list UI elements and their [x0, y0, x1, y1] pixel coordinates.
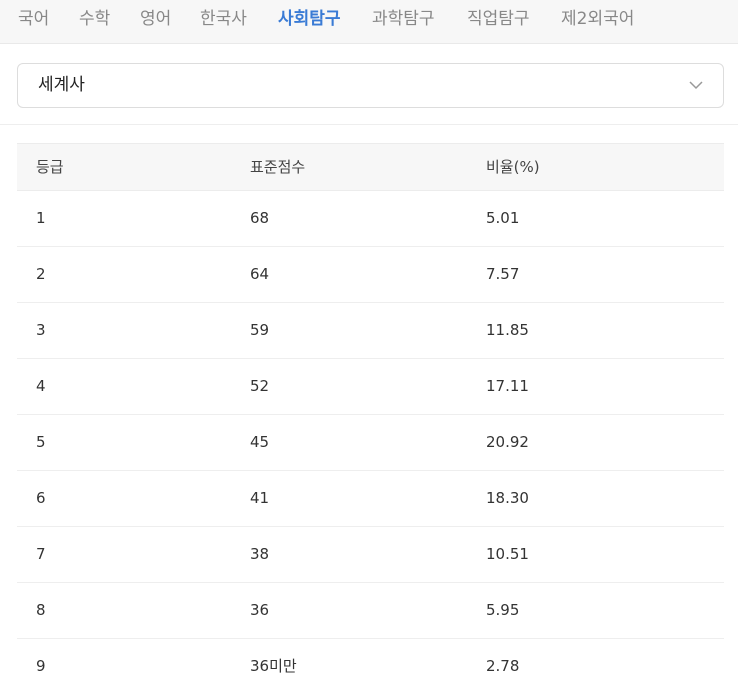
score-cell: 68	[250, 209, 270, 227]
score-cell: 36	[250, 601, 270, 619]
table-row: 3 59 11.85	[17, 303, 724, 359]
subject-select-area: 세계사	[0, 44, 738, 125]
grade-cell: 2	[36, 265, 46, 283]
tab-second-foreign-language[interactable]: 제2외국어	[561, 6, 634, 32]
ratio-cell: 17.11	[486, 377, 529, 395]
grade-cell: 9	[36, 657, 46, 675]
page: 국어 수학 영어 한국사 사회탐구 과학탐구 직업탐구 제2외국어 세계사 등급…	[0, 0, 738, 682]
grade-cell: 6	[36, 489, 46, 507]
tab-science[interactable]: 과학탐구	[372, 6, 435, 32]
table-row: 2 64 7.57	[17, 247, 724, 303]
ratio-cell: 18.30	[486, 489, 529, 507]
header-standard-score: 표준점수	[250, 158, 306, 176]
grade-cell: 4	[36, 377, 46, 395]
tab-korean[interactable]: 국어	[18, 6, 49, 32]
tab-vocational[interactable]: 직업탐구	[467, 6, 530, 32]
score-cell: 45	[250, 433, 270, 451]
subject-select-value: 세계사	[38, 75, 85, 95]
subject-tab-bar: 국어 수학 영어 한국사 사회탐구 과학탐구 직업탐구 제2외국어	[0, 0, 738, 44]
table-row: 5 45 20.92	[17, 415, 724, 471]
grade-cell: 1	[36, 209, 46, 227]
header-ratio: 비율(%)	[486, 158, 540, 176]
grade-table: 등급 표준점수 비율(%) 1 68 5.01 2 64 7.57 3 59 1…	[17, 143, 724, 682]
grade-cell: 7	[36, 545, 46, 563]
tab-social-studies[interactable]: 사회탐구	[278, 6, 341, 32]
table-row: 9 36미만 2.78	[17, 639, 724, 682]
grade-cell: 5	[36, 433, 46, 451]
ratio-cell: 7.57	[486, 265, 520, 283]
table-row: 7 38 10.51	[17, 527, 724, 583]
table-row: 1 68 5.01	[17, 191, 724, 247]
score-cell: 64	[250, 265, 270, 283]
subject-select[interactable]: 세계사	[17, 63, 724, 108]
score-cell: 41	[250, 489, 270, 507]
ratio-cell: 2.78	[486, 657, 520, 675]
ratio-cell: 20.92	[486, 433, 529, 451]
score-cell: 59	[250, 321, 270, 339]
score-cell: 36미만	[250, 657, 297, 675]
tab-english[interactable]: 영어	[140, 6, 171, 32]
header-grade: 등급	[36, 158, 64, 176]
score-cell: 52	[250, 377, 270, 395]
tab-korean-history[interactable]: 한국사	[200, 6, 247, 32]
ratio-cell: 5.01	[486, 209, 520, 227]
table-row: 6 41 18.30	[17, 471, 724, 527]
grade-cell: 3	[36, 321, 46, 339]
table-row: 4 52 17.11	[17, 359, 724, 415]
table-header: 등급 표준점수 비율(%)	[17, 143, 724, 191]
ratio-cell: 5.95	[486, 601, 520, 619]
tab-math[interactable]: 수학	[79, 6, 110, 32]
score-cell: 38	[250, 545, 270, 563]
grade-cell: 8	[36, 601, 46, 619]
ratio-cell: 10.51	[486, 545, 529, 563]
ratio-cell: 11.85	[486, 321, 529, 339]
table-row: 8 36 5.95	[17, 583, 724, 639]
chevron-down-icon	[689, 81, 703, 90]
